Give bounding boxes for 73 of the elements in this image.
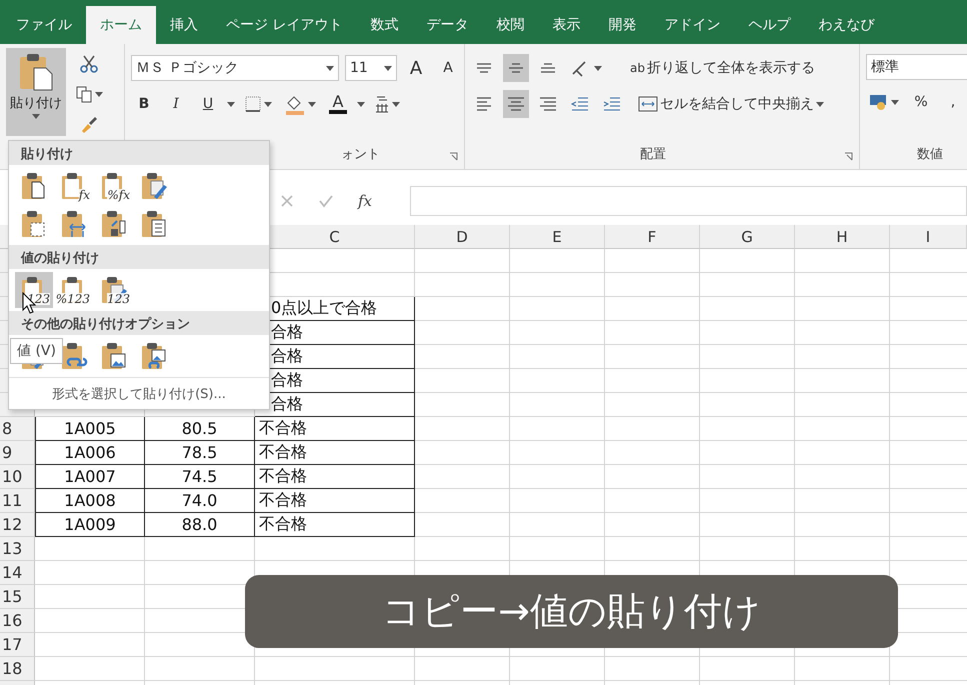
tooltip: 値 (V) <box>10 338 63 364</box>
bold-button[interactable]: B <box>131 90 157 118</box>
paste-option-button[interactable]: %fx <box>95 168 133 204</box>
row-header[interactable]: 11 <box>0 489 35 513</box>
underline-button[interactable]: U <box>195 90 221 118</box>
column-header[interactable]: I <box>890 225 967 249</box>
font-color-button[interactable]: A <box>325 90 351 118</box>
wrap-icon: ab <box>630 62 645 74</box>
table-cell: 80.5 <box>145 417 255 441</box>
row-header[interactable]: 9 <box>0 441 35 465</box>
table-cell: 不合格 <box>255 465 415 489</box>
ribbon-tab[interactable]: わえなび <box>804 6 888 44</box>
ribbon-tab[interactable]: ホーム <box>86 6 156 44</box>
table-cell: 1A005 <box>35 417 145 441</box>
table-cell: 88.0 <box>145 513 255 537</box>
column-header[interactable]: D <box>415 225 510 249</box>
paste-special-item[interactable]: 形式を選択して貼り付け(S)... <box>9 377 269 409</box>
group-label: 配置 <box>639 146 667 164</box>
ribbon-tab[interactable]: データ <box>412 6 482 44</box>
table-cell: 1A008 <box>35 489 145 513</box>
font-size-field[interactable]: 11 <box>345 55 397 81</box>
table-cell: 74.0 <box>145 489 255 513</box>
row-header[interactable]: 12 <box>0 513 35 537</box>
paste-button[interactable]: 貼り付け <box>6 48 66 136</box>
caption: コピー→値の貼り付け <box>245 575 898 648</box>
percent-button[interactable]: % <box>908 88 934 116</box>
row-header[interactable]: 18 <box>0 657 35 681</box>
ribbon-tab[interactable]: ヘルプ <box>734 6 804 44</box>
row-header[interactable]: 15 <box>0 585 35 609</box>
ribbon-tab[interactable]: アドイン <box>650 6 734 44</box>
row-header[interactable]: 13 <box>0 537 35 561</box>
group-label: 数値 <box>916 146 943 164</box>
comma-button[interactable]: , <box>940 88 966 116</box>
shrink-font-button[interactable]: A <box>435 54 461 82</box>
ribbon-tab[interactable]: 数式 <box>356 6 412 44</box>
ribbon-tab[interactable]: 表示 <box>538 6 594 44</box>
table-cell: 1A007 <box>35 465 145 489</box>
paste-option-button[interactable]: %123 <box>55 272 93 308</box>
font-name-field[interactable]: ＭＳ Ｐゴシック <box>131 55 339 81</box>
row-header[interactable]: 17 <box>0 633 35 657</box>
row-header[interactable]: 14 <box>0 561 35 585</box>
ribbon-tab[interactable]: ページ レイアウト <box>212 6 356 44</box>
wrap-text-button[interactable]: ab 折り返して全体を表示する <box>627 54 818 82</box>
table-cell: 不合格 <box>255 441 415 465</box>
row-header[interactable]: 8 <box>0 417 35 441</box>
column-header[interactable]: F <box>605 225 700 249</box>
ribbon-tab[interactable]: 校閲 <box>482 6 538 44</box>
paste-option-button[interactable]: fx <box>55 168 93 204</box>
table-cell: 1A006 <box>35 441 145 465</box>
table-cell: 1A009 <box>35 513 145 537</box>
ribbon-tab[interactable]: 開発 <box>594 6 650 44</box>
grow-font-button[interactable]: A <box>403 54 429 82</box>
table-cell: 不合格 <box>255 417 415 441</box>
group-label: ォント <box>340 146 381 164</box>
column-header[interactable]: E <box>510 225 605 249</box>
menu-section-title: 貼り付け <box>9 141 269 165</box>
ribbon-tab[interactable]: 挿入 <box>156 6 212 44</box>
menu-section-title: 値の貼り付け <box>9 245 269 269</box>
column-header[interactable]: H <box>795 225 890 249</box>
table-cell: 74.5 <box>145 465 255 489</box>
italic-button[interactable]: I <box>163 90 189 118</box>
row-header[interactable]: 10 <box>0 465 35 489</box>
table-cell: 78.5 <box>145 441 255 465</box>
merge-center-button[interactable]: セルを結合して中央揃え <box>635 90 827 118</box>
table-cell: 不合格 <box>255 513 415 537</box>
table-cell: 不合格 <box>255 489 415 513</box>
paste-option-button[interactable]: 123 <box>95 272 133 308</box>
menu-section-title: その他の貼り付けオプション <box>9 311 269 335</box>
insert-function-button[interactable]: fx <box>358 192 372 210</box>
column-header[interactable]: G <box>700 225 795 249</box>
number-format-field[interactable]: 標準 <box>866 54 967 80</box>
row-header[interactable]: 16 <box>0 609 35 633</box>
ribbon-tab[interactable]: ファイル <box>2 6 86 44</box>
